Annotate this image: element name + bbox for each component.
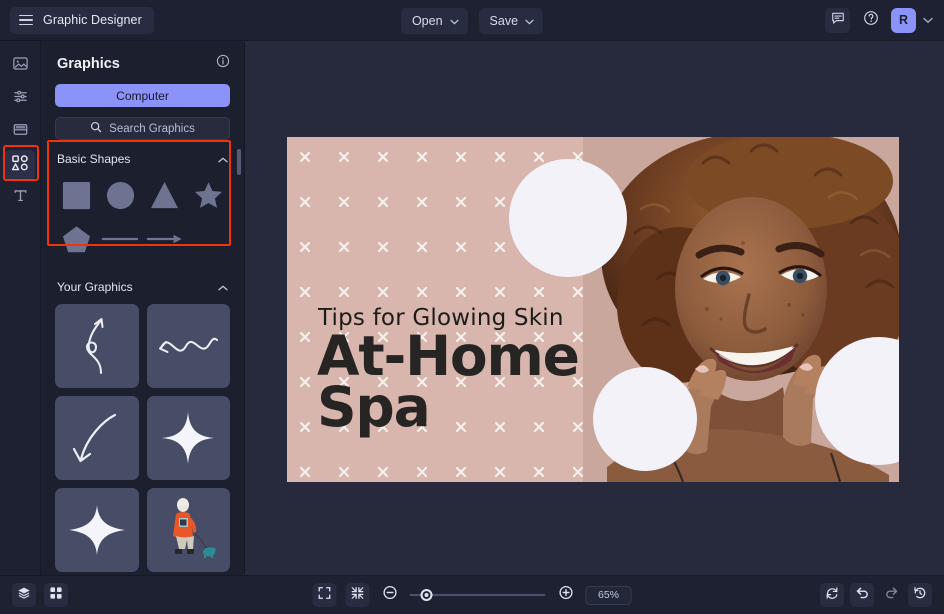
zoom-slider-thumb[interactable]: [420, 589, 433, 601]
shape-square[interactable]: [55, 176, 97, 214]
shape-star[interactable]: [188, 176, 230, 214]
top-bar-right: R: [825, 7, 944, 33]
section-header-basic-shapes[interactable]: Basic Shapes: [41, 140, 244, 174]
zoom-in-button[interactable]: [555, 584, 577, 606]
top-bar-center: Open Save: [400, 0, 544, 41]
pages-button[interactable]: [44, 583, 68, 607]
app-title: Graphic Designer: [43, 13, 142, 27]
reset-button[interactable]: [820, 583, 844, 607]
source-computer-button[interactable]: Computer: [55, 84, 230, 107]
help-circle-icon: [863, 10, 879, 31]
shape-grid-spacer: [188, 220, 230, 258]
history-icon: [913, 586, 927, 605]
open-label: Open: [411, 13, 443, 28]
zoom-slider[interactable]: [409, 588, 546, 602]
shape-triangle[interactable]: [144, 176, 186, 214]
basic-shapes-grid: [41, 174, 244, 268]
sidebar-item-graphics[interactable]: [5, 150, 35, 180]
shrink-button[interactable]: [345, 583, 370, 607]
top-bar-left: Graphic Designer: [0, 6, 154, 34]
comment-button[interactable]: [825, 7, 850, 33]
fit-to-screen-icon: [318, 586, 332, 605]
layers-button[interactable]: [12, 583, 36, 607]
canvas-headline[interactable]: At-Home Spa: [317, 328, 580, 440]
section-title: Your Graphics: [57, 280, 133, 294]
history-button[interactable]: [908, 583, 932, 607]
zoom-out-icon: [382, 585, 397, 605]
chevron-up-icon: [218, 278, 228, 296]
collapse-icon: [351, 586, 365, 605]
bottom-bar-right: [820, 583, 932, 607]
graphic-person-walking-dog[interactable]: [146, 488, 230, 572]
open-menu-button[interactable]: Open: [400, 7, 468, 34]
zoom-level-value[interactable]: 65%: [585, 585, 632, 605]
graphic-curly-arrow[interactable]: [55, 304, 139, 388]
comment-icon: [831, 11, 845, 30]
zoom-in-icon: [558, 585, 573, 605]
layout-icon: [12, 121, 29, 143]
panel-scroll-area: Basic Shapes Your Graphics: [41, 140, 244, 575]
sidebar-item-adjustments[interactable]: [5, 84, 35, 114]
shapes-icon: [11, 154, 29, 177]
graphic-sparkle-star[interactable]: [146, 396, 230, 480]
fit-to-screen-button[interactable]: [312, 583, 337, 607]
graphic-squiggle-arrow[interactable]: [146, 304, 230, 388]
page-title: Graphics: [57, 55, 120, 72]
sidebar-item-text[interactable]: [5, 183, 35, 213]
save-label: Save: [489, 13, 519, 28]
canvas-headline-line2: Spa: [317, 375, 431, 440]
section-title: Basic Shapes: [57, 152, 131, 166]
search-icon: [90, 120, 102, 138]
bottom-bar-center: 65%: [312, 583, 632, 607]
sliders-icon: [12, 88, 29, 110]
undo-button[interactable]: [850, 583, 874, 607]
shape-line[interactable]: [99, 220, 141, 258]
bottom-bar-left: [12, 583, 68, 607]
undo-icon: [855, 585, 870, 605]
grid-pages-icon: [49, 586, 63, 605]
text-t-icon: [12, 187, 29, 209]
top-bar: Graphic Designer Open Save R: [0, 0, 944, 41]
decorative-circle-1: [509, 159, 627, 277]
app-menu-button[interactable]: Graphic Designer: [10, 6, 154, 34]
your-graphics-grid: [41, 302, 244, 575]
hamburger-icon: [19, 14, 33, 26]
sidebar-item-images[interactable]: [5, 51, 35, 81]
shape-arrow[interactable]: [144, 220, 186, 258]
graphics-panel: Graphics Computer Search Graphics Basic …: [41, 41, 245, 575]
section-header-your-graphics[interactable]: Your Graphics: [41, 268, 244, 302]
graphic-sparkle-star-2[interactable]: [55, 488, 139, 572]
chevron-up-icon: [218, 150, 228, 168]
reset-icon: [825, 586, 839, 605]
chevron-down-icon: [525, 14, 534, 28]
shape-pentagon[interactable]: [55, 220, 97, 258]
account-chevron-down-icon[interactable]: [923, 11, 933, 29]
info-icon[interactable]: [216, 54, 230, 73]
panel-header: Graphics: [41, 41, 244, 82]
shape-circle[interactable]: [99, 176, 141, 214]
search-input[interactable]: Search Graphics: [55, 117, 230, 140]
canvas-stage[interactable]: Tips for Glowing Skin At-Home Spa: [245, 41, 944, 575]
left-rail: [0, 41, 41, 575]
graphic-curved-arrow[interactable]: [55, 396, 139, 480]
zoom-out-button[interactable]: [379, 584, 401, 606]
help-button[interactable]: [858, 8, 883, 33]
artboard[interactable]: Tips for Glowing Skin At-Home Spa: [287, 137, 899, 482]
save-menu-button[interactable]: Save: [478, 7, 544, 34]
redo-icon: [884, 585, 899, 605]
sidebar-item-layouts[interactable]: [5, 117, 35, 147]
decorative-circle-2: [593, 367, 697, 471]
app-root: Graphic Designer Open Save R Graphics Co…: [0, 0, 944, 614]
avatar[interactable]: R: [891, 7, 916, 33]
panel-scrollbar-thumb[interactable]: [237, 149, 241, 175]
search-placeholder: Search Graphics: [109, 122, 195, 135]
redo-button[interactable]: [880, 584, 902, 606]
main-body: Graphics Computer Search Graphics Basic …: [0, 41, 944, 575]
layers-icon: [17, 586, 31, 605]
image-icon: [12, 55, 29, 77]
bottom-bar: 65%: [0, 575, 944, 614]
chevron-down-icon: [449, 14, 459, 28]
